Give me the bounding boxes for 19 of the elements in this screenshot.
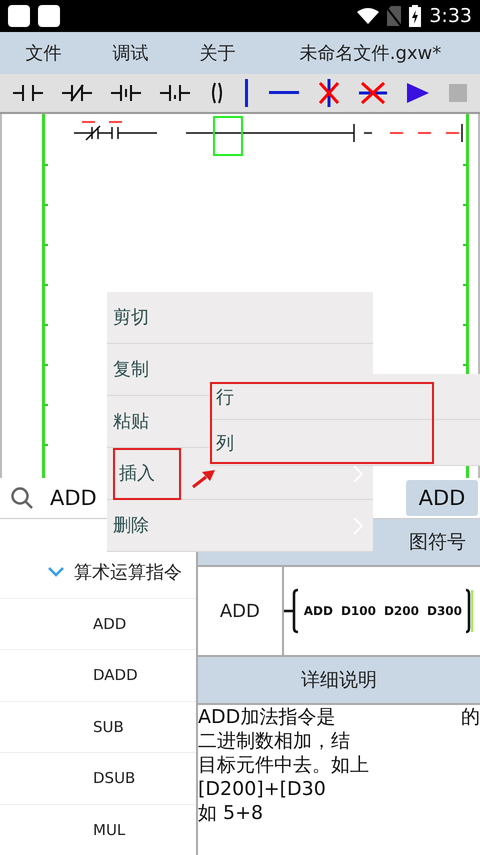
menu-label: 删除 [113, 514, 149, 538]
description-text: 的 [461, 705, 480, 729]
description-text: ADD加法指令是 [198, 705, 336, 729]
table-cell: ADD [198, 567, 284, 655]
section-header: 详细说明 [198, 657, 480, 705]
clock-time: 3:33 [429, 5, 472, 27]
operand-label: D300 [426, 604, 462, 618]
menu-label: 粘贴 [113, 410, 149, 434]
description-text: 目标元件中去。如上 [198, 753, 369, 777]
menu-label: 复制 [113, 358, 149, 382]
file-title: 未命名文件.gxw* [298, 42, 442, 65]
description-text: 如 5+8 [198, 801, 264, 825]
operand-label: D100 [340, 604, 376, 618]
operand-label: D200 [384, 604, 419, 618]
description-text: [D200]+[D30 [198, 777, 326, 801]
menu-label: 插入 [113, 448, 181, 500]
menu-label: 剪切 [113, 306, 149, 330]
operand-label: ADD [304, 604, 333, 618]
description-text: 二进制数相加，结 [198, 729, 350, 753]
